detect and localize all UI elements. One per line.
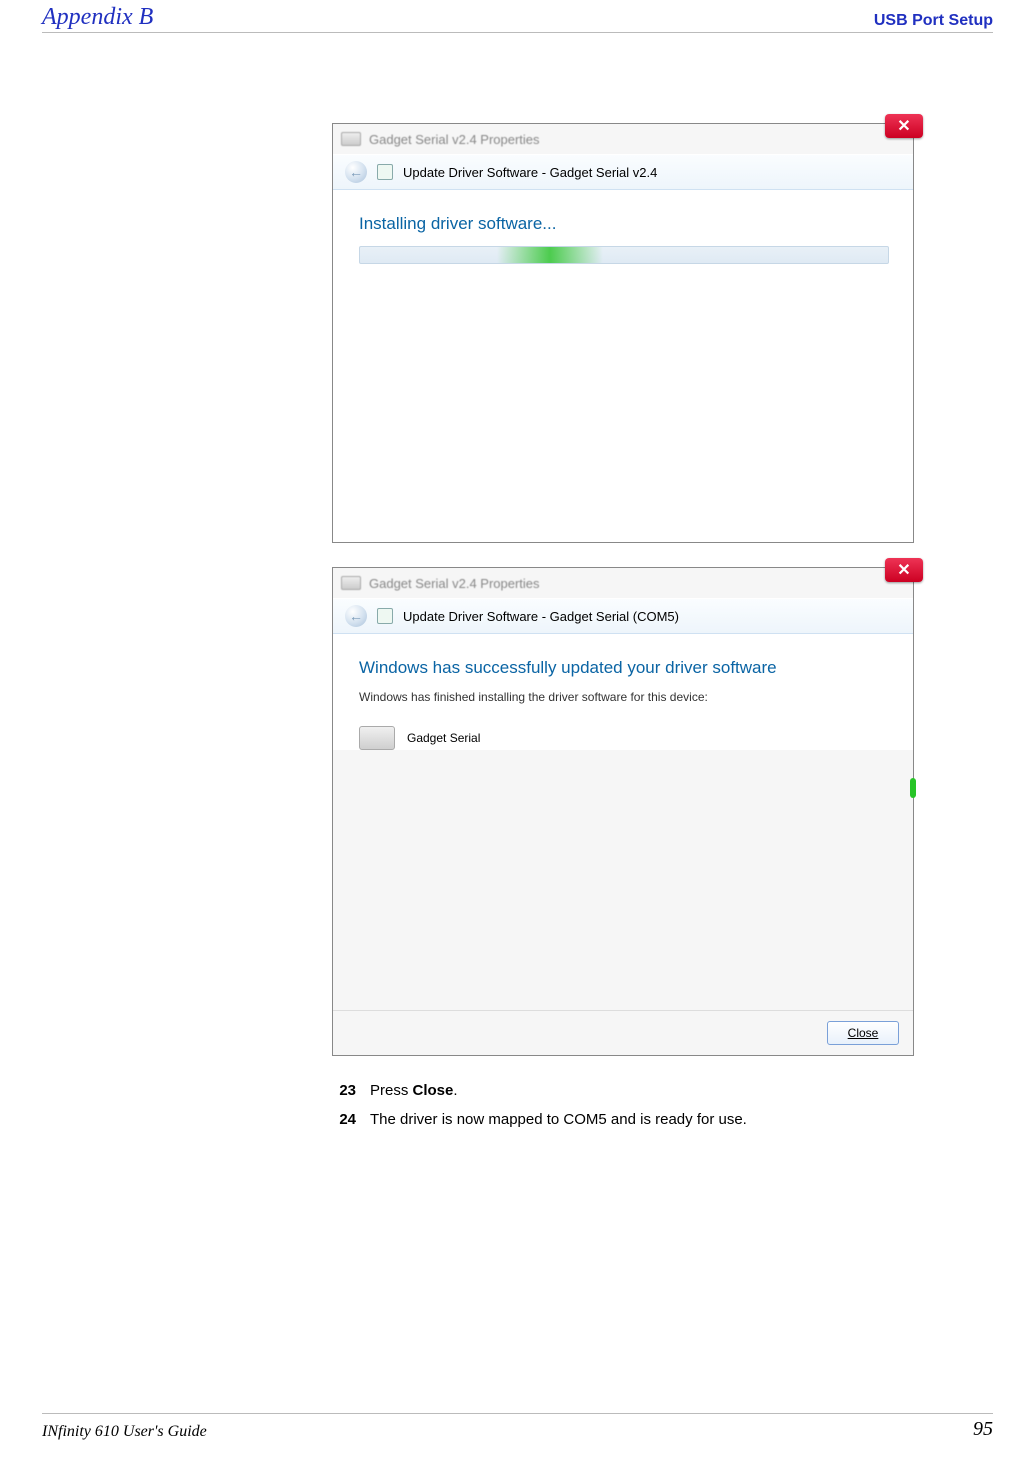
wizard-subtext: Windows has finished installing the driv… bbox=[359, 690, 887, 704]
instruction-steps: 23 Press Close. 24 The driver is now map… bbox=[332, 1080, 993, 1130]
progress-bar bbox=[359, 246, 889, 264]
wizard-breadcrumb: ← Update Driver Software - Gadget Serial… bbox=[333, 598, 913, 634]
page-number: 95 bbox=[973, 1418, 993, 1441]
appendix-title: Appendix B bbox=[42, 4, 153, 30]
window-icon bbox=[341, 576, 361, 590]
figure-success: ✕ Gadget Serial v2.4 Properties ← Update… bbox=[332, 567, 914, 1056]
background-window-title: Gadget Serial v2.4 Properties bbox=[333, 568, 913, 598]
back-icon[interactable]: ← bbox=[345, 605, 367, 627]
wizard-title: Update Driver Software - Gadget Serial (… bbox=[403, 609, 679, 624]
step-text-part: . bbox=[453, 1082, 457, 1099]
background-window-title-text: Gadget Serial v2.4 Properties bbox=[369, 576, 540, 591]
step-text: Press Close. bbox=[370, 1080, 458, 1101]
annotation-highlight bbox=[910, 778, 916, 798]
wizard-heading: Installing driver software... bbox=[359, 214, 887, 234]
step-text-bold: Close bbox=[413, 1082, 454, 1099]
footer-prefix: IN bbox=[42, 1423, 58, 1440]
wizard-title: Update Driver Software - Gadget Serial v… bbox=[403, 165, 657, 180]
close-button[interactable]: Close bbox=[827, 1021, 899, 1045]
footer-doc-title: INfinity 610 User's Guide bbox=[42, 1423, 207, 1441]
step-23: 23 Press Close. bbox=[332, 1080, 993, 1101]
window-icon bbox=[341, 132, 361, 146]
step-text: The driver is now mapped to COM5 and is … bbox=[370, 1109, 747, 1130]
driver-disk-icon bbox=[377, 608, 393, 624]
footer-suffix: 610 User's Guide bbox=[91, 1423, 207, 1440]
wizard-breadcrumb: ← Update Driver Software - Gadget Serial… bbox=[333, 154, 913, 190]
figure-installing: ✕ Gadget Serial v2.4 Properties ← Update… bbox=[332, 123, 914, 543]
section-title: USB Port Setup bbox=[874, 4, 993, 30]
device-name: Gadget Serial bbox=[407, 731, 480, 745]
driver-disk-icon bbox=[377, 164, 393, 180]
step-text-part: Press bbox=[370, 1082, 413, 1099]
background-window-title: Gadget Serial v2.4 Properties bbox=[333, 124, 913, 154]
wizard-heading: Windows has successfully updated your dr… bbox=[359, 658, 887, 678]
step-number: 23 bbox=[332, 1080, 356, 1101]
progress-fill bbox=[497, 247, 603, 263]
back-icon[interactable]: ← bbox=[345, 161, 367, 183]
wizard-button-bar: Close bbox=[333, 1010, 913, 1055]
step-24: 24 The driver is now mapped to COM5 and … bbox=[332, 1109, 993, 1130]
step-number: 24 bbox=[332, 1109, 356, 1130]
footer-italic: finity bbox=[58, 1423, 91, 1440]
device-icon bbox=[359, 726, 395, 750]
background-window-title-text: Gadget Serial v2.4 Properties bbox=[369, 132, 540, 147]
